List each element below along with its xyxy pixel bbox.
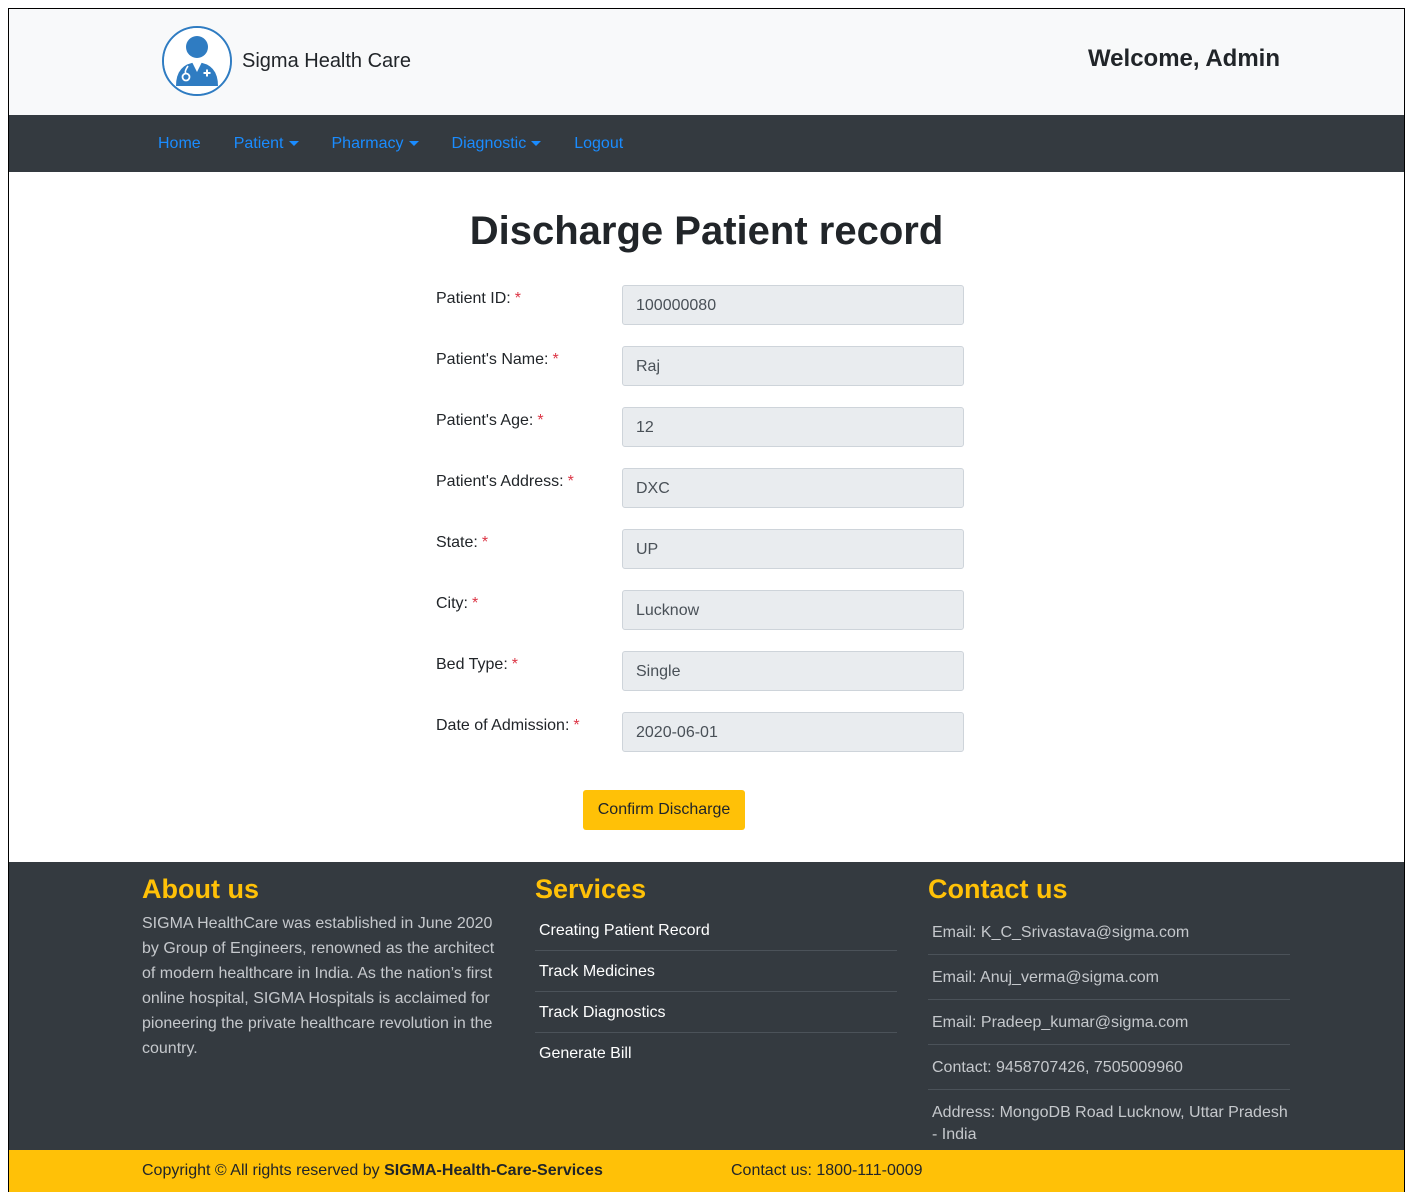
label-text: State:: [436, 534, 478, 551]
label-text: Patient's Name:: [436, 351, 549, 368]
field-label: Patient ID: *: [436, 290, 521, 308]
copyright-text: Copyright © All rights reserved by SIGMA…: [142, 1162, 603, 1180]
bed-type-input[interactable]: Single: [622, 651, 964, 691]
field-label: State: *: [436, 534, 488, 552]
form-row-patient-age: Patient's Age: * 12: [436, 407, 966, 447]
nav-diagnostic-dropdown[interactable]: Diagnostic: [452, 135, 542, 153]
required-mark: *: [514, 290, 521, 307]
caret-down-icon: [288, 141, 299, 146]
service-link-create-record[interactable]: Creating Patient Record: [535, 910, 897, 951]
field-label: Bed Type: *: [436, 656, 518, 674]
brand-name: Sigma Health Care: [242, 49, 411, 72]
about-heading: About us: [142, 874, 259, 904]
caret-down-icon: [531, 141, 542, 146]
city-input[interactable]: Lucknow: [622, 590, 964, 630]
footer: About us SIGMA HealthCare was establishe…: [9, 862, 1404, 1150]
field-label: City: *: [436, 595, 478, 613]
field-label: Patient's Name: *: [436, 351, 559, 369]
field-label: Patient's Address: *: [436, 473, 574, 491]
caret-down-icon: [408, 141, 419, 146]
copyright-company: SIGMA-Health-Care-Services: [384, 1162, 603, 1179]
nav-patient-dropdown[interactable]: Patient: [234, 135, 299, 153]
date-of-admission-input[interactable]: 2020-06-01: [622, 712, 964, 752]
label-text: Patient's Age:: [436, 412, 534, 429]
required-mark: *: [511, 656, 518, 673]
footer-services: Services Creating Patient Record Track M…: [535, 874, 897, 1073]
required-mark: *: [537, 412, 544, 429]
page-title: Discharge Patient record: [469, 209, 944, 253]
field-label: Date of Admission: *: [436, 717, 580, 735]
form-row-bed-type: Bed Type: * Single: [436, 651, 966, 691]
required-mark: *: [481, 534, 489, 551]
label-text: Date of Admission:: [436, 717, 570, 734]
welcome-text: Welcome, Admin: [1087, 45, 1280, 72]
top-header: Sigma Health Care Welcome, Admin: [9, 9, 1404, 115]
copyright-bar: Copyright © All rights reserved by SIGMA…: [9, 1150, 1404, 1192]
form-row-patient-id: Patient ID: * 100000080: [436, 285, 966, 325]
label-text: Bed Type:: [436, 656, 508, 673]
footer-contact: Contact us Email: K_C_Srivastava@sigma.c…: [928, 874, 1290, 1156]
copyright-contact: Contact us: 1800-111-0009: [731, 1162, 923, 1179]
contact-email: Email: Anuj_verma@sigma.com: [928, 955, 1290, 1000]
service-link-track-diagnostics[interactable]: Track Diagnostics: [535, 992, 897, 1033]
confirm-discharge-button[interactable]: Confirm Discharge: [583, 790, 745, 830]
patient-address-input[interactable]: DXC: [622, 468, 964, 508]
about-text: SIGMA HealthCare was established in June…: [142, 915, 495, 1057]
nav-logout-label: Logout: [574, 134, 624, 152]
form-row-city: City: * Lucknow: [436, 590, 966, 630]
nav-home-label: Home: [158, 134, 201, 152]
label-text: City:: [436, 595, 468, 612]
required-mark: *: [472, 595, 479, 612]
form-row-date-of-admission: Date of Admission: * 2020-06-01: [436, 712, 966, 752]
form-row-state: State: * UP: [436, 529, 966, 569]
nav-pharmacy-label: Pharmacy: [331, 134, 404, 152]
footer-about: About us SIGMA HealthCare was establishe…: [142, 874, 504, 1061]
form-row-patient-address: Patient's Address: * DXC: [436, 468, 966, 508]
patient-age-input[interactable]: 12: [622, 407, 964, 447]
form-row-patient-name: Patient's Name: * Raj: [436, 346, 966, 386]
nav-logout-link[interactable]: Logout: [574, 135, 623, 153]
state-input[interactable]: UP: [622, 529, 964, 569]
label-text: Patient ID:: [436, 290, 511, 307]
contact-email: Email: Pradeep_kumar@sigma.com: [928, 1000, 1290, 1045]
label-text: Patient's Address:: [436, 473, 564, 490]
nav-diagnostic-label: Diagnostic: [451, 134, 527, 152]
required-mark: *: [552, 351, 559, 368]
nav-pharmacy-dropdown[interactable]: Pharmacy: [332, 135, 419, 153]
service-link-track-medicines[interactable]: Track Medicines: [535, 951, 897, 992]
copyright-prefix: Copyright © All rights reserved by: [142, 1162, 385, 1179]
services-heading: Services: [535, 874, 647, 904]
contact-email: Email: K_C_Srivastava@sigma.com: [928, 910, 1290, 955]
field-label: Patient's Age: *: [436, 412, 544, 430]
contact-list: Email: K_C_Srivastava@sigma.com Email: A…: [928, 910, 1290, 1156]
required-mark: *: [567, 473, 574, 490]
service-link-generate-bill[interactable]: Generate Bill: [535, 1033, 897, 1073]
contact-address: Address: MongoDB Road Lucknow, Uttar Pra…: [932, 1104, 1288, 1143]
contact-phone: Contact: 9458707426, 7505009960: [928, 1045, 1290, 1090]
required-mark: *: [573, 717, 580, 734]
contact-heading: Contact us: [928, 874, 1068, 904]
main-navbar: Home Patient Pharmacy Diagnostic Logout: [9, 115, 1404, 172]
patient-id-input[interactable]: 100000080: [622, 285, 964, 325]
brand-logo-link[interactable]: Sigma Health Care: [162, 26, 411, 96]
patient-name-input[interactable]: Raj: [622, 346, 964, 386]
doctor-avatar-icon: [162, 26, 232, 96]
nav-home-link[interactable]: Home: [158, 135, 201, 153]
services-list: Creating Patient Record Track Medicines …: [535, 910, 897, 1073]
app-window: Sigma Health Care Welcome, Admin Home Pa…: [8, 8, 1405, 1192]
nav-patient-label: Patient: [233, 134, 284, 152]
